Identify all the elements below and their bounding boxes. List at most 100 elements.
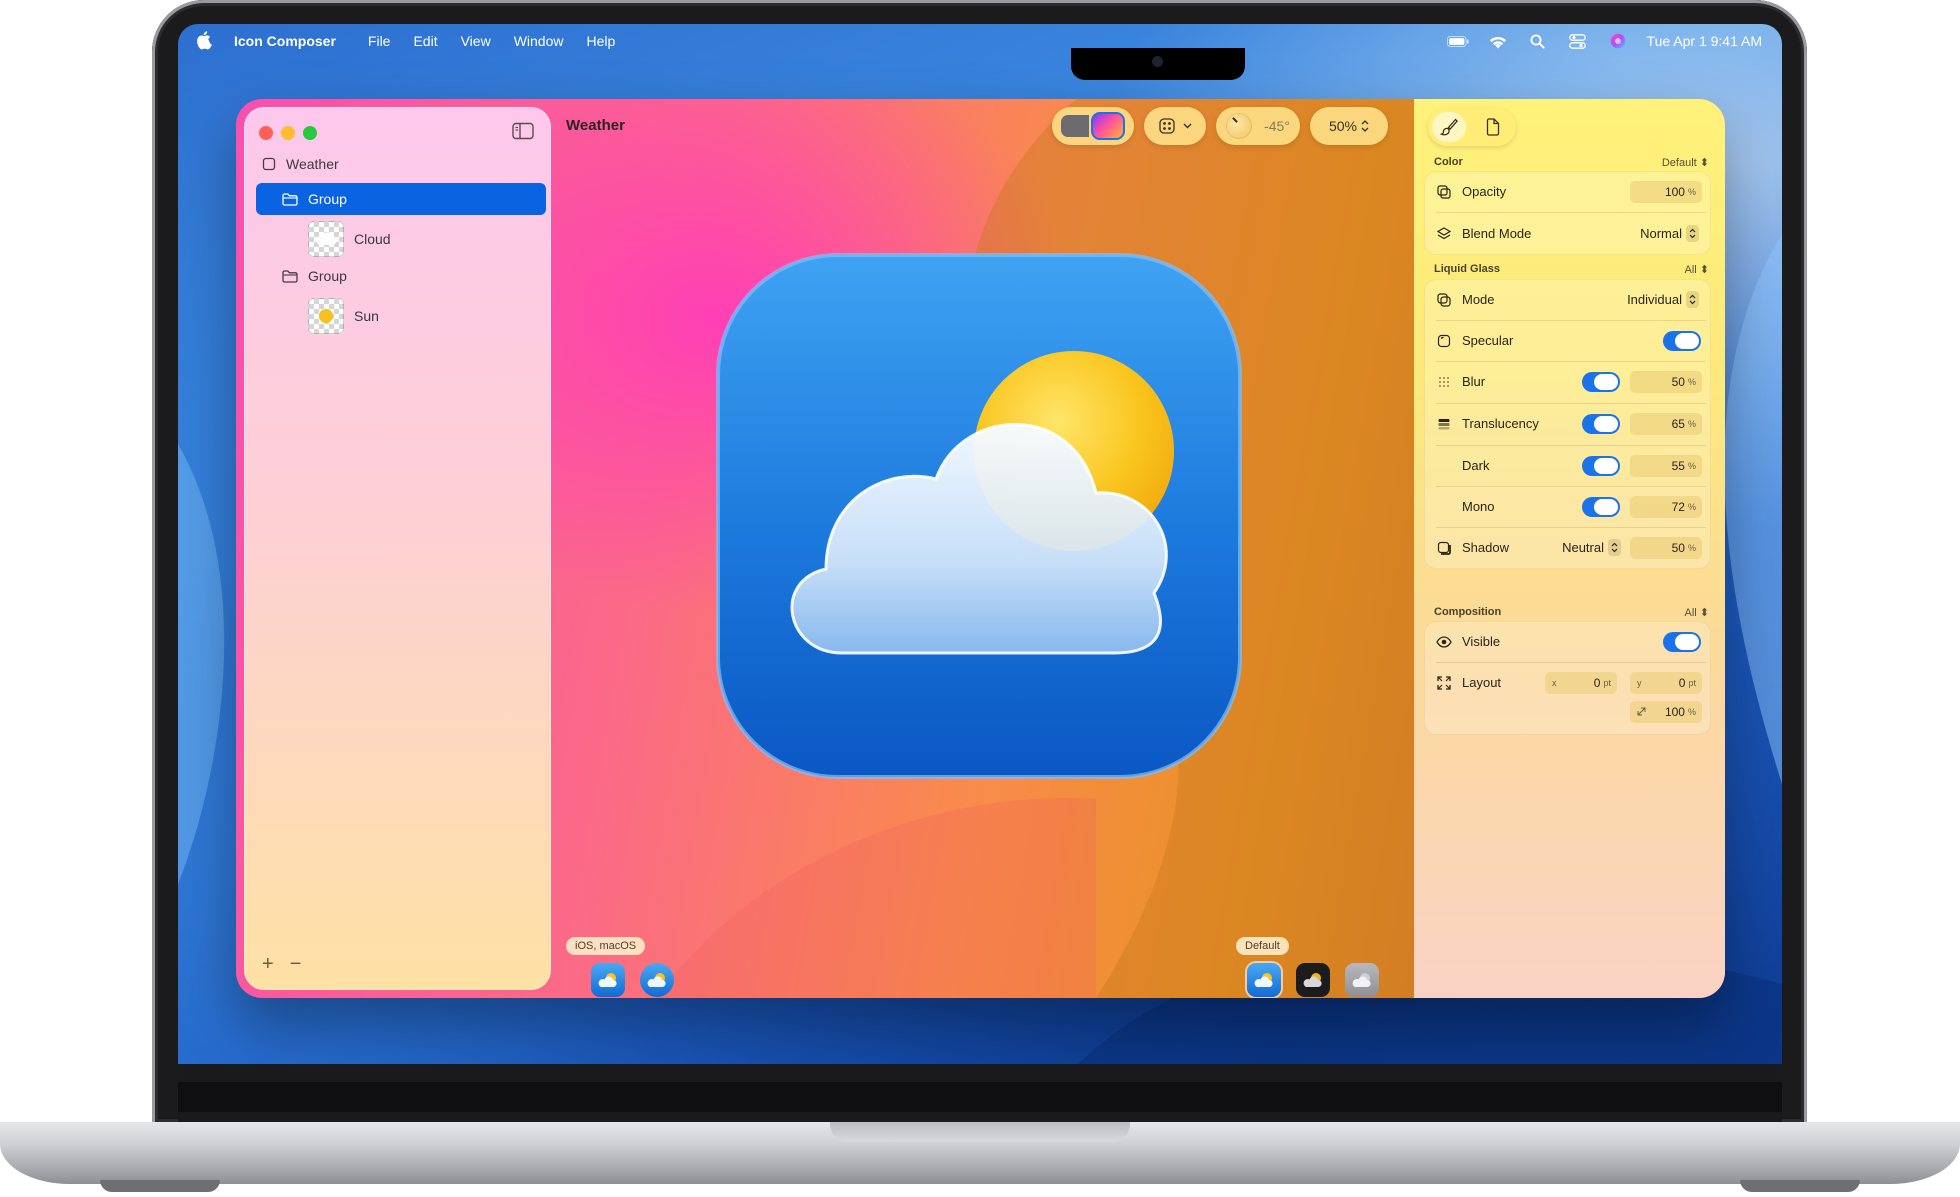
- menu-file[interactable]: File: [368, 33, 391, 49]
- zoom-menu[interactable]: 50%: [1310, 107, 1388, 145]
- menu-bar: Icon Composer File Edit View Window Help…: [178, 24, 1782, 58]
- specular-toggle[interactable]: [1663, 331, 1701, 351]
- stepper-chevron-icon: [1361, 120, 1369, 132]
- tree-item-sun[interactable]: Sun: [256, 296, 546, 336]
- tree-item-group-2[interactable]: Group: [256, 263, 546, 289]
- menu-app-name[interactable]: Icon Composer: [234, 33, 336, 49]
- dark-appearance-icon[interactable]: [1296, 963, 1330, 997]
- tree-item-label: Group: [308, 268, 347, 284]
- layout-scale-field[interactable]: 100%: [1630, 701, 1702, 723]
- blur-value: 50: [1671, 375, 1685, 389]
- unit-label: %: [1687, 419, 1696, 429]
- composition-section-title: Composition: [1434, 606, 1502, 618]
- close-window-button[interactable]: [259, 126, 273, 140]
- document-inspector-tab[interactable]: [1476, 112, 1510, 142]
- mode-value: Individual: [1627, 292, 1682, 307]
- menu-extras: Tue Apr 1 9:41 AM: [1446, 24, 1762, 58]
- device-preview-menu[interactable]: [1144, 107, 1206, 145]
- dark-row: Dark 55%: [1424, 445, 1711, 486]
- folder-icon: [282, 269, 298, 283]
- tree-item-label: Group: [308, 191, 347, 207]
- liquid-glass-section-title: Liquid Glass: [1434, 263, 1501, 275]
- light-mode-swatch[interactable]: [1061, 115, 1089, 137]
- tree-item-cloud[interactable]: Cloud: [256, 219, 546, 259]
- siri-icon[interactable]: [1607, 32, 1629, 50]
- menu-clock[interactable]: Tue Apr 1 9:41 AM: [1647, 33, 1762, 49]
- mono-toggle[interactable]: [1582, 497, 1620, 517]
- sidebar-toggle-icon[interactable]: [512, 122, 534, 140]
- mono-appearance-icon[interactable]: [1345, 963, 1379, 997]
- apple-menu-icon[interactable]: [196, 31, 214, 51]
- default-appearance-icon[interactable]: [1247, 963, 1281, 997]
- laptop-foot-right: [1740, 1180, 1860, 1192]
- visible-toggle[interactable]: [1663, 632, 1701, 652]
- add-layer-button[interactable]: +: [262, 953, 274, 976]
- liquid-glass-section-header: Liquid Glass All ⬍: [1434, 263, 1709, 276]
- minimize-window-button[interactable]: [281, 126, 295, 140]
- scale-row: 100%: [1424, 691, 1711, 732]
- tree-item-document[interactable]: Weather: [256, 151, 546, 177]
- ios-preview-icon[interactable]: [591, 963, 625, 997]
- blend-mode-popup[interactable]: Normal: [1640, 225, 1699, 242]
- translucency-toggle[interactable]: [1582, 414, 1620, 434]
- blur-field[interactable]: 50%: [1630, 371, 1702, 393]
- color-section-menu[interactable]: Default ⬍: [1662, 156, 1709, 169]
- mono-field[interactable]: 72%: [1630, 496, 1702, 518]
- color-mode-swatch[interactable]: [1091, 112, 1125, 140]
- liquid-glass-section-option: All: [1684, 264, 1697, 276]
- laptop-foot-left: [100, 1180, 220, 1192]
- macos-preview-icon[interactable]: [640, 963, 674, 997]
- layer-sidebar: Weather Group Cloud Group Sun + −: [244, 107, 551, 990]
- unit-label: %: [1687, 461, 1696, 471]
- color-section-option: Default: [1661, 157, 1697, 169]
- paintbrush-icon: [1440, 118, 1458, 136]
- menu-window[interactable]: Window: [514, 33, 564, 49]
- control-center-icon[interactable]: [1567, 32, 1589, 50]
- visible-label: Visible: [1462, 634, 1501, 649]
- blur-row: Blur 50%: [1424, 361, 1711, 402]
- menu-view[interactable]: View: [461, 33, 491, 49]
- folder-icon: [282, 192, 298, 206]
- dark-toggle[interactable]: [1582, 456, 1620, 476]
- inspector-panel: Color Default ⬍ Opacity 100% Blend Mode …: [1414, 99, 1725, 998]
- liquid-glass-section-menu[interactable]: All ⬍: [1684, 263, 1709, 276]
- tree-item-group-1[interactable]: Group: [256, 183, 546, 215]
- appearance-toggle[interactable]: [1052, 107, 1134, 145]
- unit-label: %: [1687, 377, 1696, 387]
- shadow-mode-value: Neutral: [1562, 540, 1604, 555]
- search-icon[interactable]: [1527, 32, 1549, 50]
- mode-label: Mode: [1462, 292, 1495, 307]
- unit-label: %: [1687, 707, 1696, 717]
- dark-label: Dark: [1462, 458, 1490, 473]
- cloud-layer-thumbnail: [308, 221, 344, 257]
- menu-help[interactable]: Help: [586, 33, 615, 49]
- wifi-icon[interactable]: [1487, 32, 1509, 50]
- mode-icon: [1436, 292, 1452, 308]
- angle-dial-icon[interactable]: [1226, 113, 1253, 139]
- blur-toggle[interactable]: [1582, 372, 1620, 392]
- translucency-row: Translucency 65%: [1424, 403, 1711, 444]
- opacity-value: 100: [1664, 184, 1685, 199]
- zoom-window-button[interactable]: [303, 126, 317, 140]
- camera-icon: [1152, 56, 1163, 67]
- unit-label: pt: [1688, 678, 1696, 688]
- dark-field[interactable]: 55%: [1630, 455, 1702, 477]
- composition-section-menu[interactable]: All ⬍: [1684, 606, 1709, 619]
- shadow-label: Shadow: [1462, 540, 1509, 555]
- light-angle-control[interactable]: -45°: [1216, 107, 1300, 145]
- menu-edit[interactable]: Edit: [413, 33, 437, 49]
- stepper-chevron-icon: [1686, 291, 1699, 308]
- shadow-field[interactable]: 50%: [1630, 537, 1702, 559]
- app-icon-preview: [716, 253, 1242, 779]
- mode-popup[interactable]: Individual: [1627, 291, 1699, 308]
- remove-layer-button[interactable]: −: [290, 953, 302, 976]
- translucency-field[interactable]: 65%: [1630, 413, 1702, 435]
- opacity-field[interactable]: 100%: [1630, 180, 1702, 203]
- shadow-mode-popup[interactable]: Neutral: [1562, 539, 1621, 556]
- document-title: Weather: [566, 117, 625, 134]
- resize-arrow-icon: [1637, 707, 1646, 718]
- blur-label: Blur: [1462, 374, 1486, 389]
- battery-icon[interactable]: [1446, 32, 1469, 50]
- appearance-inspector-tab[interactable]: [1432, 112, 1466, 142]
- composition-section-option: All: [1684, 607, 1697, 619]
